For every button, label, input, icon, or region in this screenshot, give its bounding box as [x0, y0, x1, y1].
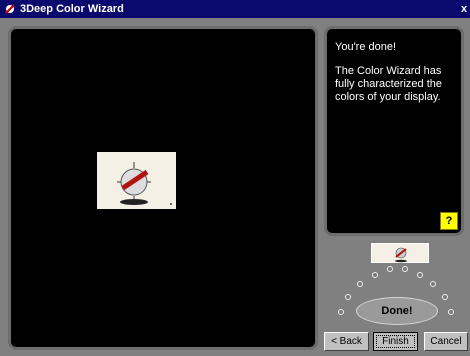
message-body: The Color Wizard has fully characterized…	[335, 65, 442, 103]
progress-step-dot	[357, 281, 363, 287]
progress-step-dot	[442, 294, 448, 300]
progress-step-dot	[372, 272, 378, 278]
finish-button[interactable]: Finish	[373, 332, 418, 351]
help-button[interactable]: ?	[440, 212, 458, 230]
app-logo-icon	[4, 3, 16, 15]
logo-preview	[97, 152, 176, 209]
title-bar[interactable]: 3Deep Color Wizard x	[0, 0, 470, 18]
logo-thumbnail	[371, 243, 429, 263]
back-button[interactable]: < Back	[324, 332, 369, 351]
progress-step-dot	[430, 281, 436, 287]
window-title: 3Deep Color Wizard	[20, 3, 124, 15]
message-heading: You're done!	[335, 41, 397, 53]
progress-step-dot	[338, 309, 344, 315]
3deep-logo-icon	[117, 162, 172, 205]
progress-step-dot	[448, 309, 454, 315]
3deep-logo-small-icon	[395, 247, 407, 263]
message-panel: You're done! The Color Wizard has fully …	[324, 26, 464, 236]
done-indicator: Done!	[356, 297, 438, 325]
progress-step-dot	[402, 266, 408, 272]
progress-step-dot	[345, 294, 351, 300]
progress-step-dot	[387, 266, 393, 272]
close-icon[interactable]: x	[458, 2, 470, 16]
progress-step-dot	[417, 272, 423, 278]
preview-panel	[8, 26, 318, 350]
wizard-window: 3Deep Color Wizard x You're done! The Co…	[0, 0, 470, 356]
cancel-button[interactable]: Cancel	[424, 332, 468, 351]
